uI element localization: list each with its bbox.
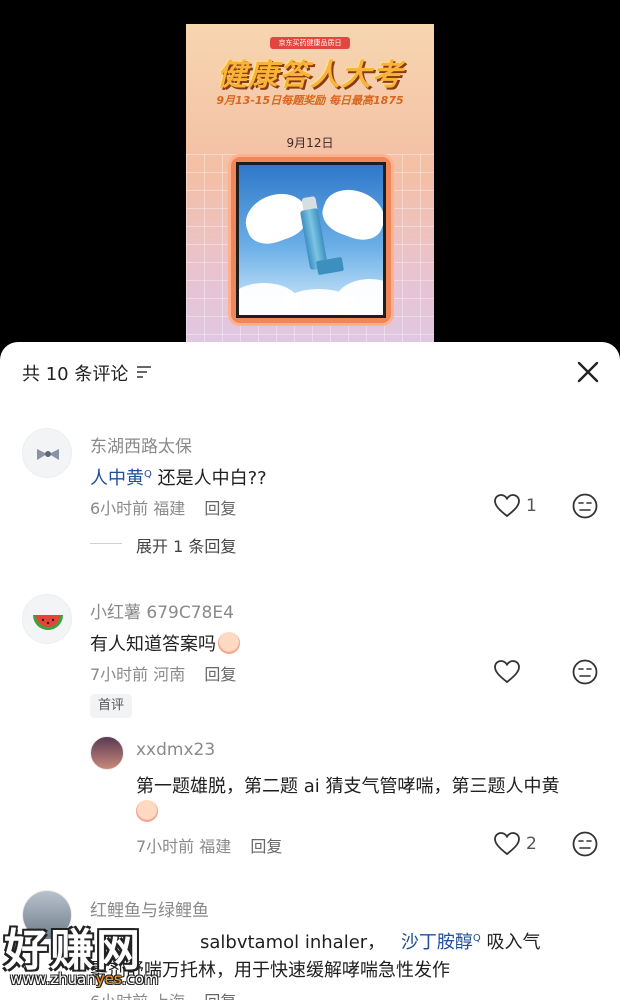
comment-sheet: 共 10 条评论 东湖西路太保 人中黄Q 还是人中白?? 6小时前 福建 回复 <box>0 342 620 1000</box>
comment-username[interactable]: 东湖西路太保 <box>90 432 192 457</box>
expand-divider <box>90 543 122 544</box>
comment-text: salbvtamol inhaler， 沙丁胺醇Q 吸入气 <box>200 932 541 953</box>
reply-button[interactable]: 回复 <box>204 665 236 684</box>
comment-meta: 7小时前 福建 回复 <box>136 833 282 857</box>
comment-count-title: 共 10 条评论 <box>22 364 129 385</box>
poster-subtitle: 9月13-15日每题奖励 每日最高1875 <box>216 94 404 107</box>
avatar[interactable] <box>22 428 72 478</box>
watermark-logo-text: 好赚网 <box>4 925 142 976</box>
comment-header: 共 10 条评论 <box>0 342 620 402</box>
pig-emoji-icon <box>218 632 240 654</box>
comment-time: 6小时前 <box>90 499 149 518</box>
dislike-face-icon[interactable] <box>572 659 598 685</box>
video-area[interactable]: 京东买药健康品质日 健康答人大考 9月13-15日每题奖励 每日最高1875 9… <box>0 0 620 360</box>
poster-image: 京东买药健康品质日 健康答人大考 9月13-15日每题奖励 每日最高1875 9… <box>186 24 434 354</box>
reply-button[interactable]: 回复 <box>204 992 236 1000</box>
dislike-face-icon[interactable] <box>572 831 598 857</box>
sort-filter-icon[interactable] <box>136 364 152 380</box>
comment-time: 7小时前 <box>136 837 195 856</box>
heart-icon[interactable] <box>494 494 520 518</box>
crying-emoji-line <box>136 800 158 823</box>
comment-text: 第一题雄脱，第二题 ai 猜支气管哮喘，第三题人中黄 <box>136 776 560 797</box>
poster-tag: 京东买药健康品质日 <box>270 37 350 49</box>
comment-text: 有人知道答案吗 <box>90 630 240 656</box>
keyword-link[interactable]: 沙丁胺醇Q <box>401 932 481 953</box>
inhaler-illustration <box>236 162 386 318</box>
reply-button[interactable]: 回复 <box>250 837 282 856</box>
heart-icon[interactable] <box>494 660 520 684</box>
search-icon: Q <box>472 933 481 944</box>
expand-replies-button[interactable]: 展开 1 条回复 <box>136 533 236 557</box>
comment-meta: 6小时前 福建 回复 <box>90 495 236 519</box>
poster-title: 健康答人大考 <box>217 58 403 93</box>
like-count: 2 <box>526 834 537 854</box>
site-watermark: 好赚网 www.zhuanyes.com <box>4 908 194 1000</box>
comment-time: 7小时前 <box>90 665 149 684</box>
close-icon[interactable] <box>574 358 602 386</box>
watermelon-icon <box>33 615 63 630</box>
reply-button[interactable]: 回复 <box>204 499 236 518</box>
bow-icon <box>37 449 59 460</box>
first-comment-badge: 首评 <box>90 694 133 718</box>
avatar[interactable] <box>22 594 72 644</box>
crying-emoji-icon <box>136 800 158 822</box>
poster-date: 9月12日 <box>286 136 334 150</box>
comment-text: 人中黄Q 还是人中白?? <box>90 468 267 489</box>
search-icon: Q <box>144 469 152 480</box>
comment-location: 河南 <box>153 665 186 684</box>
comment-username[interactable]: xxdmx23 <box>136 740 215 760</box>
keyword-link[interactable]: 人中黄Q <box>90 468 152 489</box>
avatar[interactable] <box>90 736 124 770</box>
watermark-url: www.zhuanyes.com <box>10 970 159 988</box>
comment-meta: 7小时前 河南 回复 <box>90 661 236 685</box>
comment-username[interactable]: 小红薯 679C78E4 <box>90 598 234 623</box>
comment-location: 福建 <box>153 499 186 518</box>
heart-icon[interactable] <box>494 832 520 856</box>
dislike-face-icon[interactable] <box>572 493 598 519</box>
comment-location: 福建 <box>199 837 232 856</box>
like-count: 1 <box>526 496 537 516</box>
